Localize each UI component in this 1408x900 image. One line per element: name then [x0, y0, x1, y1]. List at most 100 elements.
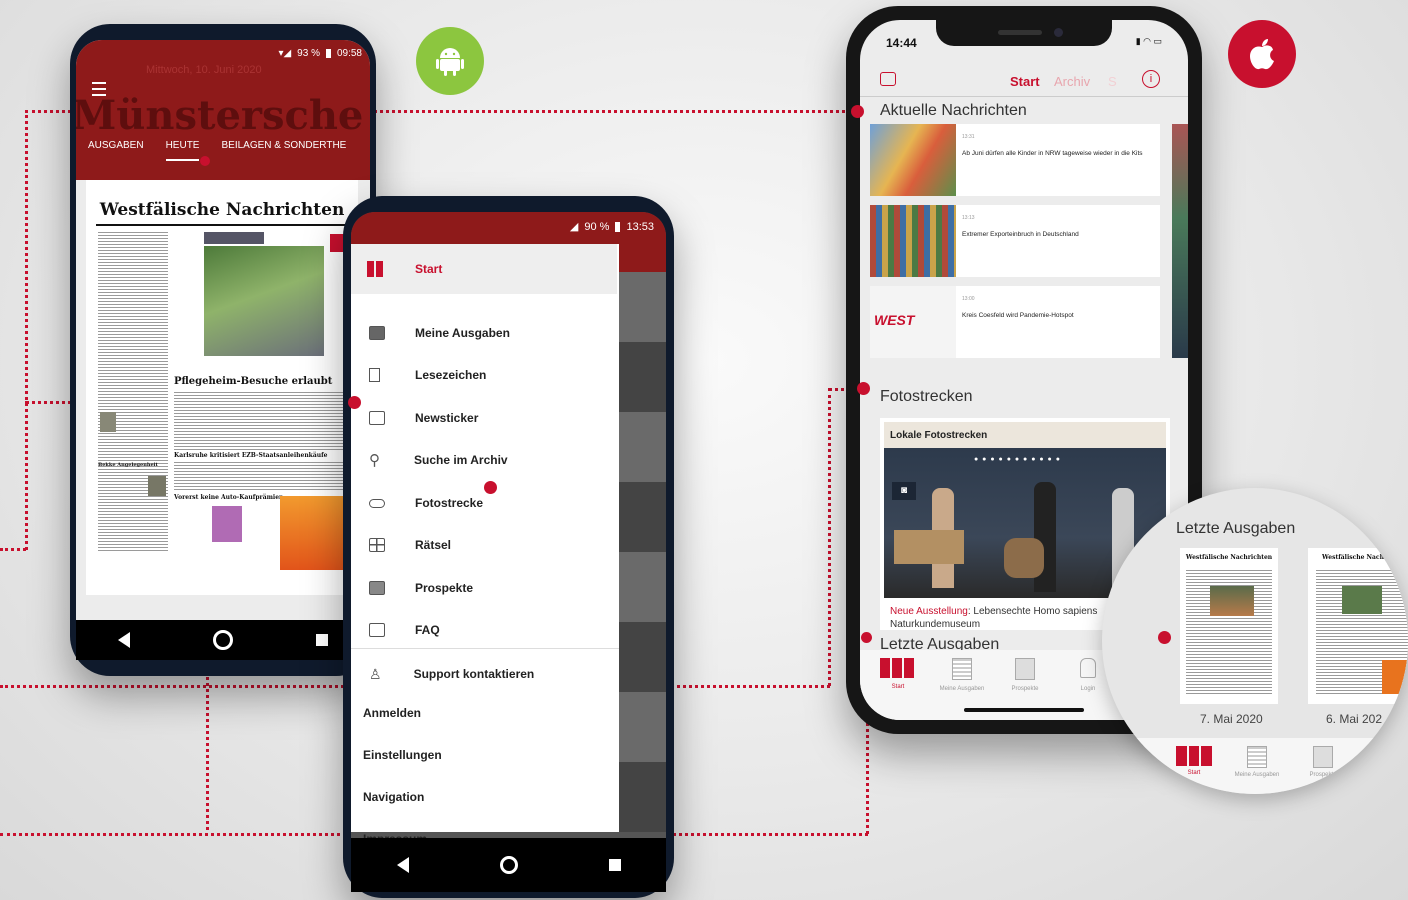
edition-cover[interactable]: Westfälische Nachrichten [1180, 548, 1278, 704]
paper-person-photo [100, 412, 116, 432]
back-icon[interactable] [117, 632, 130, 648]
puzzle-grid-icon [369, 538, 385, 552]
paper-headline-4: Bekke Angelegenheit [98, 462, 158, 468]
tab-ausgaben[interactable]: AUSGABEN [88, 140, 144, 161]
news-thumbnail [870, 205, 956, 277]
paper-photo [204, 246, 324, 356]
news-time: 13:13 [962, 215, 975, 221]
bookmark-icon [369, 368, 380, 382]
notch [936, 20, 1112, 46]
start-tab-icon [1176, 746, 1212, 766]
connector-dot [484, 481, 497, 494]
drawer-item-support[interactable]: ♙ Support kontaktieren [351, 653, 617, 695]
section-title-news: Aktuelle Nachrichten [880, 102, 1027, 119]
drawer-item-lesezeichen[interactable]: Lesezeichen [351, 354, 617, 396]
back-icon[interactable] [396, 857, 409, 873]
android-screen-2: ◢ 90 % 13:53 Start Meine Ausgaben Leseze… [351, 212, 666, 892]
wifi-icon: ▾◢ [278, 48, 292, 59]
ios-status-icons: ▮ ◠ ▭ [1135, 36, 1162, 46]
tab-start[interactable]: Start [880, 658, 916, 690]
news-time: 13:00 [962, 296, 975, 302]
home-icon[interactable] [212, 630, 233, 650]
drawer-item-newsticker[interactable]: Newsticker [351, 397, 617, 439]
home-indicator [964, 708, 1084, 712]
drawer-anmelden[interactable]: Anmelden [363, 706, 421, 720]
navigation-drawer: Start Meine Ausgaben Lesezeichen Newstic… [351, 244, 619, 846]
drawer-item-raetsel[interactable]: Rätsel [351, 524, 617, 566]
carousel-dots[interactable]: ● ● ● ● ● ● ● ● ● ● ● [974, 456, 1061, 463]
newsticker-nav-icon[interactable] [880, 72, 896, 86]
tab-heute[interactable]: HEUTE [165, 140, 200, 161]
paper-ad [280, 496, 346, 570]
tab-login[interactable]: Login [1070, 658, 1106, 692]
edition-cover-photo [1210, 586, 1254, 616]
tab-meine-ausgaben[interactable]: Meine Ausgaben [926, 658, 998, 692]
recent-apps-icon[interactable] [608, 859, 621, 871]
nav-start[interactable]: Start [1010, 74, 1040, 89]
news-thumbnail: WEST [870, 286, 956, 358]
paper-text [174, 392, 354, 452]
camera-icon: ◙ [892, 482, 916, 500]
news-text: Kreis Coesfeld wird Pandemie-Hotspot [962, 312, 1074, 319]
lock-icon [1080, 658, 1096, 678]
clock: 13:53 [626, 220, 654, 233]
newspaper-page[interactable]: Westfälische Nachrichten Pflegeheim-Besu… [86, 180, 358, 595]
apple-badge [1228, 20, 1296, 88]
status-bar: ▾◢ 93 % 09:58 [278, 48, 362, 59]
paper-headline-2: Karlsruhe kritisiert EZB-Staatsanleihenk… [174, 452, 328, 459]
drawer-item-start[interactable]: Start [351, 244, 617, 294]
nav-divider [860, 96, 1188, 97]
drawer-item-suche[interactable]: ⚲ Suche im Archiv [351, 439, 617, 481]
ios-clock: 14:44 [886, 36, 917, 50]
drawer-divider [351, 648, 619, 649]
tab-beilagen[interactable]: BEILAGEN & SONDERTHE [221, 140, 346, 161]
android-badge [416, 27, 484, 95]
zoom-title: Letzte Ausgaben [1176, 520, 1296, 537]
battery-icon [325, 49, 331, 58]
edition-cover-title: Westfälische Nachrichten [1322, 554, 1408, 561]
zoom-tab-meine-ausgaben[interactable]: Meine Ausgaben [1222, 746, 1292, 778]
news-text: Extremer Exporteinbruch in Deutschland [962, 231, 1079, 238]
drawer-navigation[interactable]: Navigation [363, 790, 424, 804]
edition-cover[interactable]: Westfälische Nachrichten [1308, 548, 1408, 704]
news-item[interactable]: 13:31 Ab Juni dürfen alle Kinder in NRW … [870, 124, 1160, 196]
content-behind-drawer [619, 272, 666, 832]
zoom-tab-prospekte[interactable]: Prospekte [1298, 746, 1348, 778]
masthead-bg: Münstersche Nachrichten [76, 92, 370, 139]
header-date: Mittwoch, 10. Juni 2020 [146, 64, 262, 76]
news-thumbnail [870, 124, 956, 196]
home-icon[interactable] [499, 856, 518, 874]
photo-caption-text: : Lebensechte Homo sapiens [967, 606, 1098, 617]
news-item[interactable]: WEST 13:00 Kreis Coesfeld wird Pandemie-… [870, 286, 1160, 358]
recent-apps-icon[interactable] [316, 634, 329, 646]
faq-chat-icon [369, 623, 385, 637]
connector-dot [857, 382, 870, 395]
drawer-item-prospekte[interactable]: Prospekte [351, 567, 617, 609]
start-tab-icon [880, 658, 914, 678]
paper-person-photo [148, 476, 166, 496]
nav-more[interactable]: S [1108, 74, 1117, 89]
info-icon[interactable]: i [1142, 70, 1160, 88]
android-robot-icon [436, 48, 464, 76]
edition-date: 7. Mai 2020 [1200, 712, 1263, 726]
clock: 09:58 [336, 48, 362, 59]
drawer-item-faq[interactable]: FAQ [351, 609, 617, 651]
paper-headline-3: Vorerst keine Auto-Kaufprämien [174, 494, 284, 501]
battery-icon [615, 221, 621, 232]
brochure-tab-icon [1313, 746, 1333, 768]
drawer-einstellungen[interactable]: Einstellungen [363, 748, 442, 762]
edition-cover-ad [1382, 660, 1408, 694]
photo-caption: Neue Ausstellung: Lebensechte Homo sapie… [890, 606, 1097, 617]
start-icon [367, 261, 383, 277]
edition-cover-photo [1342, 586, 1382, 614]
zoom-tab-start[interactable]: Start [1176, 746, 1212, 776]
android-phone-front: ◢ 90 % 13:53 Start Meine Ausgaben Leseze… [343, 196, 674, 898]
connector-dot [1158, 631, 1171, 644]
paper-headline-1: Pflegeheim-Besuche erlaubt [174, 376, 333, 387]
nav-archiv[interactable]: Archiv [1054, 74, 1090, 89]
hamburger-menu-icon[interactable] [92, 82, 106, 96]
archive-box-icon [369, 326, 385, 340]
news-item[interactable]: 13:13 Extremer Exporteinbruch in Deutsch… [870, 205, 1160, 277]
tab-prospekte[interactable]: Prospekte [1000, 658, 1050, 692]
drawer-item-meine-ausgaben[interactable]: Meine Ausgaben [351, 312, 617, 354]
